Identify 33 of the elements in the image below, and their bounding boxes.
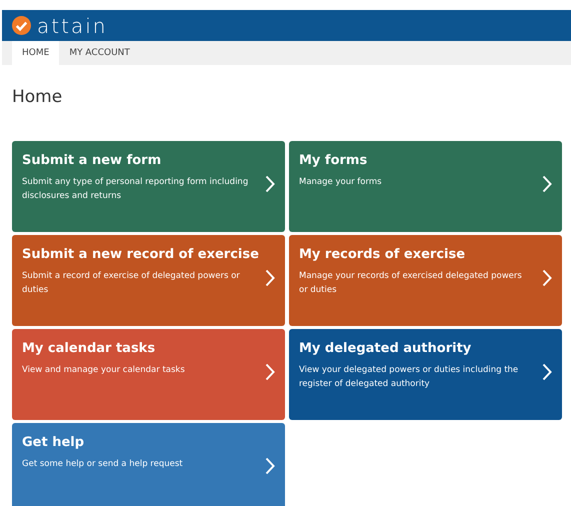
tile-title: Submit a new record of exercise [22,247,260,262]
chevron-right-icon [542,363,552,381]
tile-title: Submit a new form [22,153,162,168]
tile-description: Manage your records of exercised delegated powers or duties [299,270,523,297]
chevron-right-icon [265,269,275,287]
tile-description: Submit a record of exercise of delegated powers or duties [22,270,241,297]
logo-text: attain [37,14,108,38]
chevron-right-icon [265,457,275,475]
navigation-tile[interactable]: My delegated authority View your delegated powers or duties including the register of delegated authority [289,329,562,420]
chevron-right-icon [542,175,552,193]
tile-description: Get some help or send a help request [22,458,184,471]
navigation-tile[interactable]: Get help Get some help or send a help request [12,423,285,506]
navigation-tile[interactable]: Submit a new record of exercise Submit a record of exercise of delegated powers or duties [12,235,285,326]
check-logo-icon [12,16,31,35]
nav-tab[interactable]: MY ACCOUNT [59,41,140,65]
tile-description: Submit any type of personal reporting form including disclosures and returns [22,176,250,203]
page-title: Home [12,87,64,107]
navigation-tile[interactable]: My calendar tasks View and manage your calendar tasks [12,329,285,420]
navigation-tile[interactable]: Submit a new form Submit any type of personal reporting form including disclosures and returns [12,141,285,232]
tile-title: My forms [299,153,368,168]
tile-description: Manage your forms [299,176,383,189]
tile-description: View your delegated powers or duties including the register of delegated authority [299,364,520,391]
tile-title: My records of exercise [299,247,466,262]
chevron-right-icon [542,269,552,287]
tile-title: My calendar tasks [22,341,156,356]
tile-title: My delegated authority [299,341,472,356]
tile-title: Get help [22,435,86,450]
chevron-right-icon [265,175,275,193]
navigation-tile[interactable]: My records of exercise Manage your records of exercised delegated powers or duties [289,235,562,326]
chevron-right-icon [265,363,275,381]
nav-tab[interactable]: HOME [12,41,60,65]
navigation-tile[interactable]: My forms Manage your forms [289,141,562,232]
tile-description: View and manage your calendar tasks [22,364,186,377]
